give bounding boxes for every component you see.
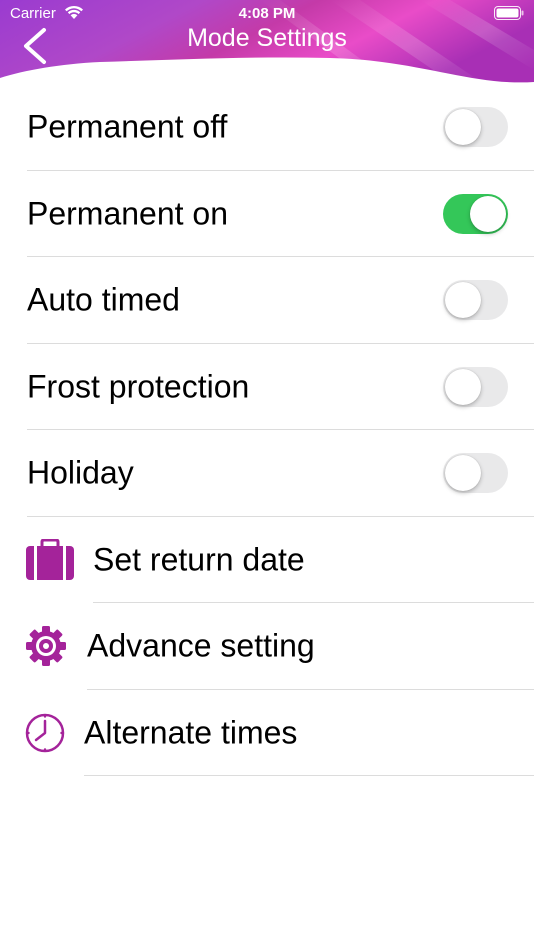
mode-label: Auto timed <box>27 281 180 318</box>
page-title: Mode Settings <box>187 24 347 52</box>
battery-icon <box>494 6 524 20</box>
toggle-knob <box>445 455 481 492</box>
alternate-times-label: Alternate times <box>84 714 298 751</box>
advance-setting-row[interactable]: Advance setting <box>0 603 534 690</box>
gear-icon <box>26 626 66 667</box>
mode-row-permanent-off: Permanent off <box>0 84 534 171</box>
toggle-knob <box>445 109 481 146</box>
nav-header: Carrier 4:08 PM Mode Settings <box>0 0 534 88</box>
mode-label: Permanent on <box>27 195 229 232</box>
set-return-date-row[interactable]: Set return date <box>0 517 534 603</box>
suitcase-icon <box>26 538 74 580</box>
mode-row-frost-protection: Frost protection <box>0 344 534 430</box>
advance-setting-label: Advance setting <box>87 627 315 664</box>
status-time: 4:08 PM <box>238 5 296 22</box>
clock-icon <box>25 713 65 752</box>
auto-timed-toggle[interactable] <box>443 280 508 321</box>
mode-row-auto-timed: Auto timed <box>0 257 534 344</box>
set-return-date-label: Set return date <box>93 541 305 578</box>
mode-row-holiday: Holiday <box>0 430 534 517</box>
permanent-off-toggle[interactable] <box>443 107 508 148</box>
mode-label: Holiday <box>27 454 134 491</box>
mode-label: Permanent off <box>27 108 228 145</box>
mode-label: Frost protection <box>27 368 250 405</box>
mode-row-permanent-on: Permanent on <box>0 171 534 257</box>
permanent-on-toggle[interactable] <box>443 193 508 234</box>
mode-list: Permanent off Permanent on Auto timed Fr… <box>0 84 534 776</box>
holiday-toggle[interactable] <box>443 453 508 494</box>
toggle-knob <box>470 195 506 232</box>
alternate-times-row[interactable]: Alternate times <box>0 690 534 776</box>
toggle-knob <box>445 282 481 319</box>
frost-protection-toggle[interactable] <box>443 366 508 407</box>
toggle-knob <box>445 368 481 405</box>
row-separator <box>84 775 534 776</box>
